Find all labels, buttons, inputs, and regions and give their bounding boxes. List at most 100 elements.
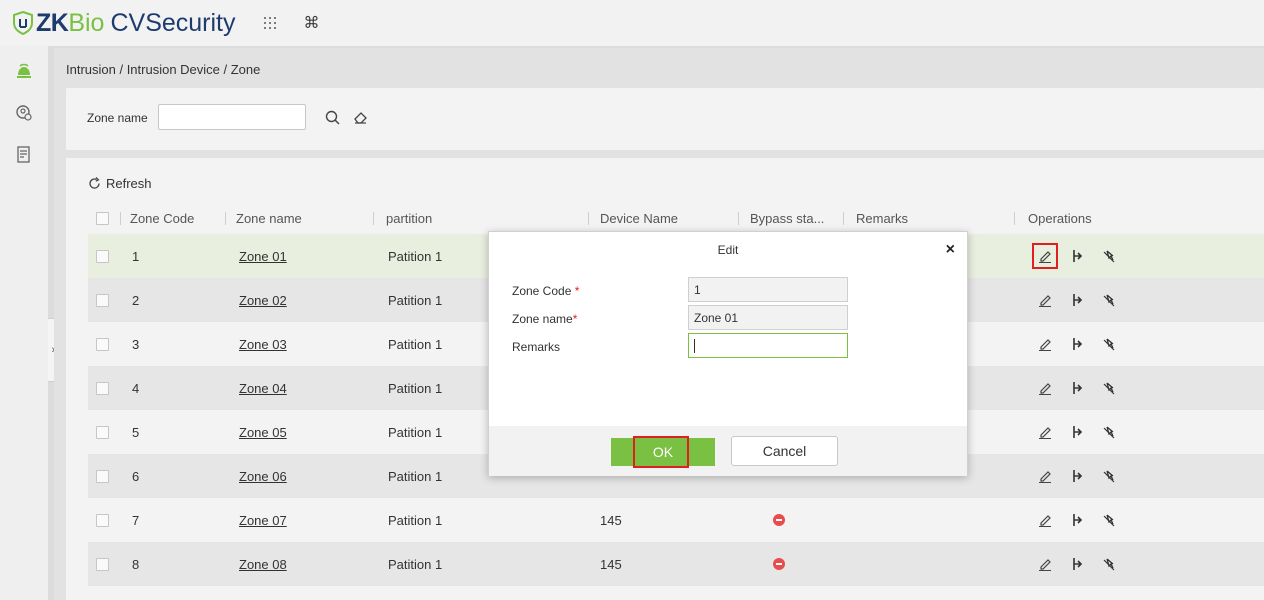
edit-zone-dialog: Edit × Zone Code * 1 Zone name* Zone 01 …: [488, 231, 968, 476]
col-zone-code[interactable]: Zone Code: [130, 202, 194, 234]
zone-code-field[interactable]: 1: [688, 277, 848, 302]
restore-bypass-icon[interactable]: [1100, 467, 1118, 485]
row-checkbox[interactable]: [96, 557, 109, 571]
command-icon[interactable]: ⌘: [302, 13, 322, 33]
col-device-name[interactable]: Device Name: [600, 202, 678, 234]
zone-name-label-text: Zone name: [512, 312, 573, 326]
zone-code-cell: 4: [132, 380, 140, 396]
edit-icon[interactable]: [1036, 511, 1054, 529]
zone-name-filter-label: Zone name: [87, 111, 148, 125]
row-operations: [1036, 366, 1118, 410]
row-operations: [1036, 542, 1118, 586]
left-rail: [0, 46, 48, 600]
remarks-field[interactable]: [688, 333, 848, 358]
row-operations: [1036, 410, 1118, 454]
zone-name-link[interactable]: Zone 07: [239, 513, 287, 528]
table-row[interactable]: 7 Zone 07 Patition 1 145: [88, 498, 1264, 542]
edit-icon[interactable]: [1036, 335, 1054, 353]
app-logo: ZK Bio CVSecurity: [12, 9, 236, 38]
restore-bypass-icon[interactable]: [1100, 335, 1118, 353]
zone-name-link[interactable]: Zone 01: [239, 249, 287, 264]
restore-bypass-icon[interactable]: [1100, 423, 1118, 441]
edit-icon[interactable]: [1036, 423, 1054, 441]
intrusion-module-icon[interactable]: [0, 50, 48, 92]
device-name-cell: 145: [600, 512, 622, 528]
col-partition[interactable]: partition: [386, 202, 432, 234]
zone-code-cell: 1: [132, 248, 140, 264]
zone-code-label: Zone Code *: [512, 284, 579, 298]
edit-icon[interactable]: [1036, 291, 1054, 309]
row-checkbox[interactable]: [96, 293, 109, 307]
zone-name-link[interactable]: Zone 08: [239, 557, 287, 572]
partition-cell: Patition 1: [388, 248, 443, 264]
table-header: Zone Code Zone name partition Device Nam…: [88, 202, 1264, 234]
partition-cell: Patition 1: [388, 424, 443, 440]
dialog-footer: OK Cancel: [489, 426, 967, 476]
row-operations: [1036, 498, 1118, 542]
partition-cell: Patition 1: [388, 292, 443, 308]
cancel-button[interactable]: Cancel: [731, 436, 838, 466]
ok-button[interactable]: OK: [611, 436, 715, 468]
zone-code-cell: 2: [132, 292, 140, 308]
col-zone-name[interactable]: Zone name: [236, 202, 302, 234]
table-row[interactable]: 8 Zone 08 Patition 1 145: [88, 542, 1264, 586]
col-remarks[interactable]: Remarks: [856, 202, 908, 234]
apps-grid-icon[interactable]: [260, 13, 280, 33]
bypass-icon[interactable]: [1068, 467, 1086, 485]
restore-bypass-icon[interactable]: [1100, 379, 1118, 397]
zone-code-cell: 7: [132, 512, 140, 528]
select-all-checkbox[interactable]: [96, 211, 109, 225]
row-operations: [1032, 234, 1118, 278]
zone-name-field[interactable]: Zone 01: [688, 305, 848, 330]
zone-code-value: 1: [694, 282, 701, 297]
zone-name-value: Zone 01: [694, 310, 739, 325]
restore-bypass-icon[interactable]: [1100, 555, 1118, 573]
bypass-icon[interactable]: [1068, 291, 1086, 309]
clear-filter-button[interactable]: [347, 104, 373, 130]
partition-cell: Patition 1: [388, 556, 443, 572]
bypass-icon[interactable]: [1068, 511, 1086, 529]
remarks-label: Remarks: [512, 340, 561, 354]
search-button[interactable]: [319, 104, 345, 130]
row-checkbox[interactable]: [96, 381, 109, 395]
zone-code-cell: 8: [132, 556, 140, 572]
row-checkbox[interactable]: [96, 425, 109, 439]
row-operations: [1036, 322, 1118, 366]
edit-icon[interactable]: [1036, 555, 1054, 573]
bypass-icon[interactable]: [1068, 335, 1086, 353]
zone-name-link[interactable]: Zone 04: [239, 381, 287, 396]
edit-icon[interactable]: [1032, 243, 1058, 269]
close-icon[interactable]: ×: [946, 241, 955, 259]
edit-icon[interactable]: [1036, 379, 1054, 397]
bypass-icon[interactable]: [1068, 379, 1086, 397]
logo-bio-text: Bio: [68, 8, 105, 37]
restore-bypass-icon[interactable]: [1100, 291, 1118, 309]
restore-bypass-icon[interactable]: [1100, 247, 1118, 265]
device-name-cell: 145: [600, 556, 622, 572]
refresh-icon: [89, 177, 100, 189]
zone-name-link[interactable]: Zone 02: [239, 293, 287, 308]
restore-bypass-icon[interactable]: [1100, 511, 1118, 529]
search-icon: [325, 110, 340, 125]
zone-name-link[interactable]: Zone 06: [239, 469, 287, 484]
row-operations: [1036, 454, 1118, 498]
row-checkbox[interactable]: [96, 249, 109, 263]
logo-product-text: CVSecurity: [110, 8, 236, 37]
edit-icon[interactable]: [1036, 467, 1054, 485]
refresh-label: Refresh: [106, 176, 152, 191]
bypass-icon[interactable]: [1068, 423, 1086, 441]
bypass-icon[interactable]: [1068, 555, 1086, 573]
refresh-button[interactable]: Refresh: [88, 176, 152, 191]
eraser-icon: [353, 111, 367, 124]
personnel-location-icon[interactable]: [0, 92, 48, 134]
zone-name-link[interactable]: Zone 05: [239, 425, 287, 440]
row-checkbox[interactable]: [96, 513, 109, 527]
col-bypass-status[interactable]: Bypass sta...: [750, 202, 824, 234]
bypass-icon[interactable]: [1068, 247, 1086, 265]
report-icon[interactable]: [0, 134, 48, 176]
row-checkbox[interactable]: [96, 469, 109, 483]
zone-name-link[interactable]: Zone 03: [239, 337, 287, 352]
row-checkbox[interactable]: [96, 337, 109, 351]
dialog-title: Edit: [717, 243, 739, 257]
zone-name-filter-input[interactable]: [158, 104, 306, 130]
